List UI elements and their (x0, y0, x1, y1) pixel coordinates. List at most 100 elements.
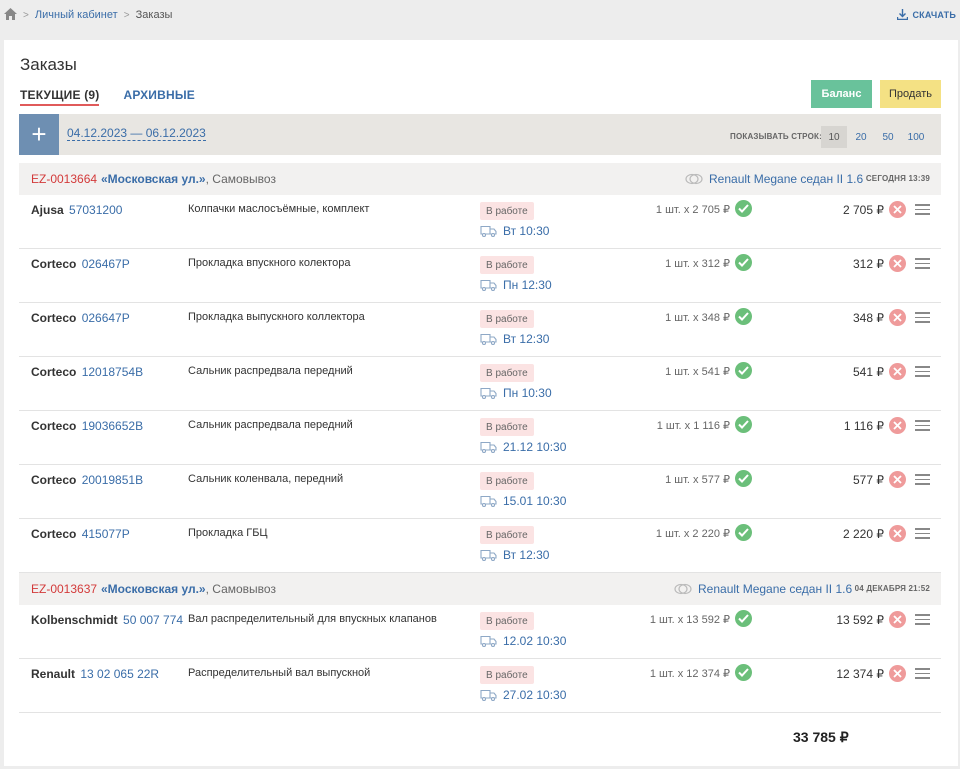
part-description: Сальник распредвала передний (188, 365, 353, 377)
item-menu-icon[interactable] (915, 366, 930, 377)
part-brand-code: Corteco 20019851B (31, 473, 143, 487)
check-icon (735, 308, 752, 325)
cancel-item-button[interactable] (889, 417, 906, 434)
delivery-time: Вт 12:30 (480, 332, 549, 346)
delivery-time-label: Пн 10:30 (503, 386, 552, 400)
part-brand-code: Kolbenschmidt 50 007 774 (31, 613, 183, 627)
part-description: Прокладка выпускного коллектора (188, 311, 365, 323)
check-icon (735, 470, 752, 487)
item-price: 348 ₽ (853, 311, 884, 325)
delivery-time-label: 21.12 10:30 (503, 440, 567, 454)
delivery-time: 21.12 10:30 (480, 440, 566, 454)
rows-option-20[interactable]: 20 (848, 126, 874, 148)
order-address: «Московская ул.», Самовывоз (101, 582, 276, 596)
cancel-item-button[interactable] (889, 309, 906, 326)
close-icon (893, 475, 902, 484)
close-icon (893, 421, 902, 430)
part-code-link[interactable]: 12018754B (82, 365, 143, 379)
item-menu-icon[interactable] (915, 204, 930, 215)
sell-button[interactable]: Продать (880, 80, 941, 108)
delivery-type: , Самовывоз (205, 582, 276, 596)
truck-icon (480, 441, 497, 453)
truck-icon (480, 225, 497, 237)
quantity-price: 1 шт. x 1 116 ₽ (656, 420, 730, 432)
item-menu-icon[interactable] (915, 258, 930, 269)
home-icon[interactable] (4, 8, 17, 23)
delivery-time-label: 12.02 10:30 (503, 634, 567, 648)
tab-archive[interactable]: АРХИВНЫЕ (123, 88, 195, 106)
quantity-price: 1 шт. x 13 592 ₽ (649, 614, 730, 626)
truck-icon (480, 635, 497, 647)
page-title: Заказы (20, 55, 77, 74)
cancel-item-button[interactable] (889, 201, 906, 218)
rows-option-100[interactable]: 100 (903, 126, 929, 148)
part-description: Вал распределительный для впускных клапа… (188, 613, 437, 625)
breadcrumb-separator: > (123, 10, 130, 21)
orders-card: Заказы ТЕКУЩИЕ (9) АРХИВНЫЕ Баланс Прода… (4, 40, 958, 766)
part-description: Сальник распредвала передний (188, 419, 353, 431)
part-code-link[interactable]: 13 02 065 22R (80, 667, 159, 681)
quantity-price: 1 шт. x 2 705 ₽ (655, 204, 730, 216)
part-brand-code: Renault 13 02 065 22R (31, 667, 159, 681)
car-link[interactable]: Renault Megane седан II 1.6 (674, 582, 852, 596)
item-menu-icon[interactable] (915, 614, 930, 625)
part-code-link[interactable]: 57031200 (69, 203, 122, 217)
date-range-picker[interactable]: 04.12.2023 — 06.12.2023 (67, 126, 206, 141)
download-icon (897, 9, 909, 20)
delivery-time-label: Вт 12:30 (503, 548, 550, 562)
item-menu-icon[interactable] (915, 474, 930, 485)
item-price: 1 116 ₽ (843, 419, 884, 433)
part-brand: Renault (31, 667, 76, 681)
tab-current[interactable]: ТЕКУЩИЕ (9) (20, 88, 100, 106)
item-price: 2 220 ₽ (843, 527, 884, 541)
rows-option-50[interactable]: 50 (875, 126, 901, 148)
order-item-row: Corteco 415077P Прокладка ГБЦ В работе Вт 1… (19, 519, 941, 573)
rows-option-10[interactable]: 10 (821, 126, 847, 148)
cancel-item-button[interactable] (889, 471, 906, 488)
quantity-price: 1 шт. x 2 220 ₽ (655, 528, 730, 540)
close-icon (893, 367, 902, 376)
part-code-link[interactable]: 50 007 774 (123, 613, 183, 627)
part-brand-code: Corteco 415077P (31, 527, 130, 541)
order-id-link[interactable]: EZ-0013664 (31, 172, 97, 186)
part-code-link[interactable]: 20019851B (82, 473, 143, 487)
delivery-time: Вт 12:30 (480, 548, 549, 562)
item-menu-icon[interactable] (915, 528, 930, 539)
part-code-link[interactable]: 026467P (82, 257, 130, 271)
check-icon (735, 200, 752, 217)
car-link[interactable]: Renault Megane седан II 1.6 (685, 172, 863, 186)
filter-bar: + 04.12.2023 — 06.12.2023 ПОКАЗЫВАТЬ СТР… (19, 114, 941, 155)
breadcrumb-item-cabinet[interactable]: Личный кабинет (35, 9, 118, 21)
item-menu-icon[interactable] (915, 312, 930, 323)
delivery-time-label: 27.02 10:30 (503, 688, 567, 702)
cancel-item-button[interactable] (889, 363, 906, 380)
check-icon (735, 664, 752, 681)
truck-icon (480, 333, 497, 345)
part-code-link[interactable]: 19036652B (82, 419, 143, 433)
balance-button[interactable]: Баланс (811, 80, 872, 108)
delivery-time: Пн 12:30 (480, 278, 552, 292)
download-button[interactable]: СКАЧАТЬ (897, 9, 956, 20)
cancel-item-button[interactable] (889, 611, 906, 628)
breadcrumb: > Личный кабинет > Заказы (20, 9, 172, 21)
truck-icon (480, 387, 497, 399)
order-id-link[interactable]: EZ-0013637 (31, 582, 97, 596)
pickup-point-link[interactable]: «Московская ул.» (101, 582, 206, 596)
delivery-time-label: Вт 12:30 (503, 332, 550, 346)
add-button[interactable]: + (19, 114, 59, 155)
order-item-row: Kolbenschmidt 50 007 774 Вал распределите… (19, 605, 941, 659)
item-price: 2 705 ₽ (843, 203, 884, 217)
quantity-price: 1 шт. x 348 ₽ (665, 312, 730, 324)
part-brand: Kolbenschmidt (31, 613, 118, 627)
cancel-item-button[interactable] (889, 665, 906, 682)
part-code-link[interactable]: 415077P (82, 527, 130, 541)
pickup-point-link[interactable]: «Московская ул.» (101, 172, 206, 186)
item-menu-icon[interactable] (915, 420, 930, 431)
part-description: Прокладка ГБЦ (188, 527, 268, 539)
cancel-item-button[interactable] (889, 525, 906, 542)
part-brand: Corteco (31, 419, 77, 433)
item-menu-icon[interactable] (915, 668, 930, 679)
cancel-item-button[interactable] (889, 255, 906, 272)
check-icon (735, 416, 752, 433)
part-code-link[interactable]: 026647P (82, 311, 130, 325)
